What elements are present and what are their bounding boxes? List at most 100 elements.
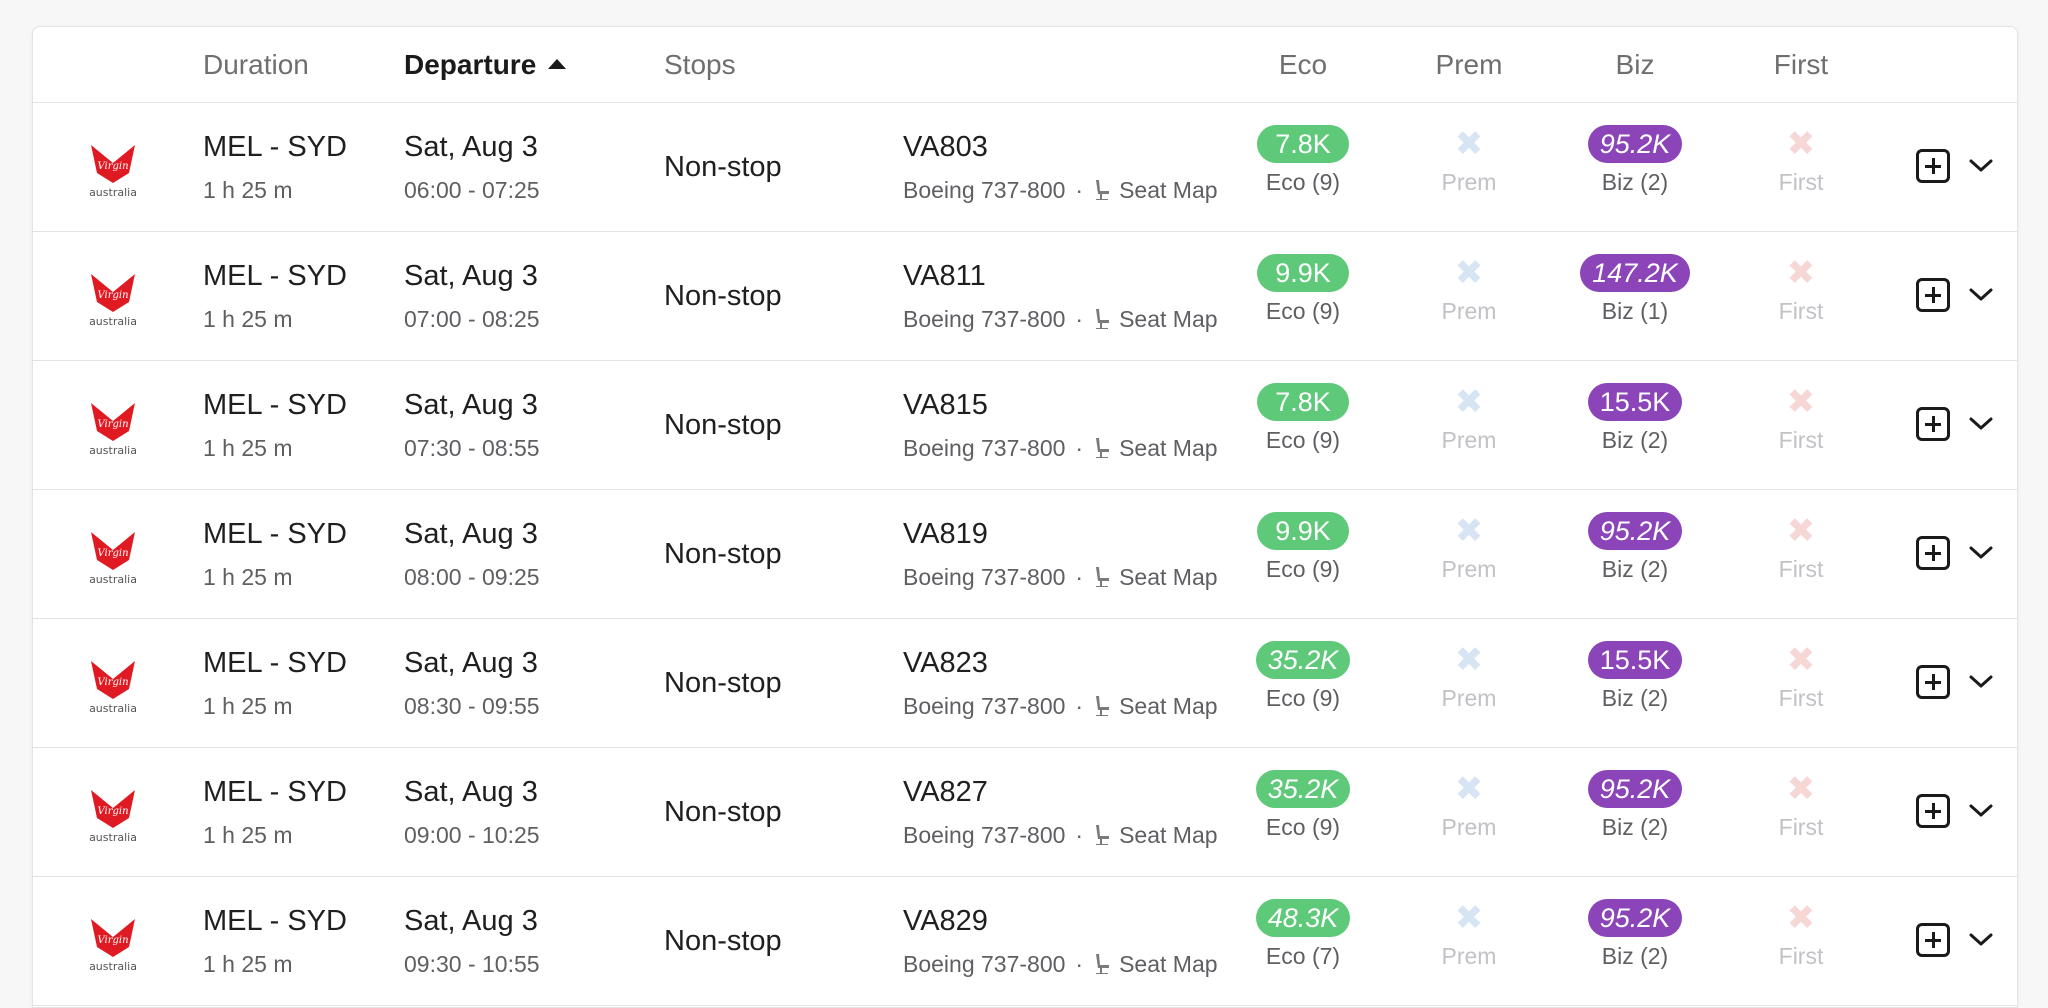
flight-rows: Virgin australia MEL - SYD 1 h 25 m Sat,…	[33, 103, 2017, 1006]
prem-cell: ✖ Prem	[1399, 770, 1539, 841]
departure-times: 09:30 - 10:55	[404, 951, 540, 977]
flight-number: VA815	[903, 389, 988, 421]
svg-text:Virgin: Virgin	[97, 935, 128, 946]
prem-cell: ✖ Prem	[1399, 899, 1539, 970]
add-plus-icon[interactable]	[1916, 923, 1950, 957]
biz-price-badge[interactable]: 15.5K	[1587, 383, 1683, 421]
route: MEL - SYD	[203, 389, 347, 421]
header-duration[interactable]: Duration	[203, 50, 309, 80]
unavailable-x-icon: ✖	[1454, 770, 1484, 808]
add-plus-icon[interactable]	[1916, 278, 1950, 312]
aircraft-info: Boeing 737-800 · Seat Map	[903, 435, 1218, 462]
biz-seats: Biz (2)	[1601, 814, 1669, 840]
seat-map-label: Seat Map	[1119, 177, 1218, 203]
biz-price-badge[interactable]: 95.2K	[1587, 899, 1683, 937]
flight-row[interactable]: Virgin australia MEL - SYD 1 h 25 m Sat,…	[33, 361, 2017, 490]
add-plus-icon[interactable]	[1916, 407, 1950, 441]
eco-seats: Eco (9)	[1265, 685, 1341, 711]
virgin-australia-logo: Virgin australia	[89, 145, 137, 199]
separator-dot: ·	[1075, 306, 1084, 332]
biz-cell: 15.5K Biz (2)	[1565, 641, 1705, 712]
seat-map-link[interactable]: Seat Map	[1093, 306, 1218, 332]
chevron-down-icon[interactable]	[1967, 669, 1995, 693]
first-cell: ✖ First	[1731, 770, 1871, 841]
chevron-down-icon[interactable]	[1967, 540, 1995, 564]
sort-ascending-icon	[548, 58, 567, 69]
svg-text:australia: australia	[89, 702, 137, 715]
first-label: First	[1778, 685, 1824, 711]
biz-seats: Biz (2)	[1601, 556, 1669, 582]
eco-price-badge[interactable]: 9.9K	[1257, 254, 1349, 292]
eco-cell: 35.2K Eco (9)	[1233, 641, 1373, 712]
add-plus-icon[interactable]	[1916, 536, 1950, 570]
eco-price-badge[interactable]: 7.8K	[1257, 125, 1349, 163]
unavailable-x-icon: ✖	[1454, 125, 1484, 163]
flight-row[interactable]: Virgin australia MEL - SYD 1 h 25 m Sat,…	[33, 619, 2017, 748]
seat-map-link[interactable]: Seat Map	[1093, 951, 1218, 977]
seat-map-link[interactable]: Seat Map	[1093, 564, 1218, 590]
svg-text:Virgin: Virgin	[97, 806, 128, 817]
header-first[interactable]: First	[1731, 50, 1871, 80]
svg-text:australia: australia	[89, 960, 137, 973]
header-prem[interactable]: Prem	[1399, 50, 1539, 80]
chevron-down-icon[interactable]	[1967, 282, 1995, 306]
eco-price-badge[interactable]: 9.9K	[1257, 512, 1349, 550]
add-plus-icon[interactable]	[1916, 794, 1950, 828]
flight-row[interactable]: Virgin australia MEL - SYD 1 h 25 m Sat,…	[33, 748, 2017, 877]
seat-icon	[1096, 825, 1110, 845]
prem-cell: ✖ Prem	[1399, 254, 1539, 325]
aircraft-info: Boeing 737-800 · Seat Map	[903, 951, 1218, 978]
route: MEL - SYD	[203, 131, 347, 163]
seat-map-link[interactable]: Seat Map	[1093, 177, 1218, 203]
duration: 1 h 25 m	[203, 435, 293, 461]
flight-row[interactable]: Virgin australia MEL - SYD 1 h 25 m Sat,…	[33, 232, 2017, 361]
seat-icon	[1096, 438, 1110, 458]
svg-text:Virgin: Virgin	[97, 290, 128, 301]
eco-seats: Eco (9)	[1265, 814, 1341, 840]
aircraft-info: Boeing 737-800 · Seat Map	[903, 306, 1218, 333]
chevron-down-icon[interactable]	[1967, 798, 1995, 822]
duration: 1 h 25 m	[203, 177, 293, 203]
biz-seats: Biz (1)	[1601, 298, 1669, 324]
eco-seats: Eco (9)	[1265, 298, 1341, 324]
unavailable-x-icon: ✖	[1786, 125, 1816, 163]
add-plus-icon[interactable]	[1916, 665, 1950, 699]
biz-price-badge[interactable]: 15.5K	[1587, 641, 1683, 679]
biz-price-badge[interactable]: 147.2K	[1580, 254, 1690, 292]
route: MEL - SYD	[203, 776, 347, 808]
header-stops[interactable]: Stops	[664, 50, 736, 80]
flight-row[interactable]: Virgin australia MEL - SYD 1 h 25 m Sat,…	[33, 103, 2017, 232]
seat-map-link[interactable]: Seat Map	[1093, 693, 1218, 719]
prem-cell: ✖ Prem	[1399, 125, 1539, 196]
prem-label: Prem	[1441, 814, 1497, 840]
header-eco[interactable]: Eco	[1233, 50, 1373, 80]
chevron-down-icon[interactable]	[1967, 927, 1995, 951]
seat-map-link[interactable]: Seat Map	[1093, 822, 1218, 848]
eco-price-badge[interactable]: 35.2K	[1255, 641, 1351, 679]
first-cell: ✖ First	[1731, 383, 1871, 454]
header-biz[interactable]: Biz	[1565, 50, 1705, 80]
biz-price-badge[interactable]: 95.2K	[1587, 125, 1683, 163]
flight-row[interactable]: Virgin australia MEL - SYD 1 h 25 m Sat,…	[33, 877, 2017, 1006]
chevron-down-icon[interactable]	[1967, 411, 1995, 435]
seat-icon	[1096, 954, 1110, 974]
first-cell: ✖ First	[1731, 899, 1871, 970]
unavailable-x-icon: ✖	[1786, 770, 1816, 808]
stops: Non-stop	[664, 925, 782, 957]
eco-price-badge[interactable]: 48.3K	[1255, 899, 1351, 937]
biz-seats: Biz (2)	[1601, 943, 1669, 969]
flight-row[interactable]: Virgin australia MEL - SYD 1 h 25 m Sat,…	[33, 490, 2017, 619]
svg-text:Virgin: Virgin	[97, 419, 128, 430]
chevron-down-icon[interactable]	[1967, 153, 1995, 177]
prem-label: Prem	[1441, 169, 1497, 195]
eco-price-badge[interactable]: 35.2K	[1255, 770, 1351, 808]
add-plus-icon[interactable]	[1916, 149, 1950, 183]
seat-map-link[interactable]: Seat Map	[1093, 435, 1218, 461]
biz-price-badge[interactable]: 95.2K	[1587, 512, 1683, 550]
header-departure-sorted[interactable]: Departure	[404, 50, 567, 80]
svg-text:Virgin: Virgin	[97, 677, 128, 688]
biz-price-badge[interactable]: 95.2K	[1587, 770, 1683, 808]
eco-price-badge[interactable]: 7.8K	[1257, 383, 1349, 421]
unavailable-x-icon: ✖	[1454, 512, 1484, 550]
eco-cell: 7.8K Eco (9)	[1233, 125, 1373, 196]
